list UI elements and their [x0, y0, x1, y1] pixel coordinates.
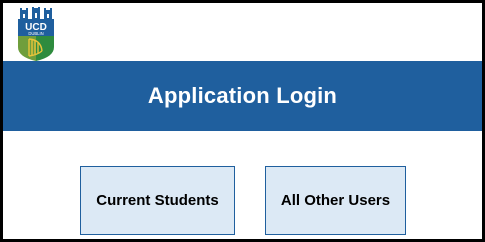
- page-title: Application Login: [147, 83, 338, 108]
- current-students-label: Current Students: [96, 192, 219, 209]
- current-students-button[interactable]: Current Students: [80, 166, 235, 235]
- logo-text-dublin: DUBLIN: [28, 31, 43, 36]
- all-other-users-button[interactable]: All Other Users: [265, 166, 406, 235]
- header-banner: Application Login: [3, 61, 482, 131]
- all-other-users-label: All Other Users: [280, 192, 391, 209]
- ucd-logo-crest: UCD DUBLIN: [18, 7, 54, 61]
- login-page: UCD DUBLIN Application Login Current Stu…: [0, 0, 485, 242]
